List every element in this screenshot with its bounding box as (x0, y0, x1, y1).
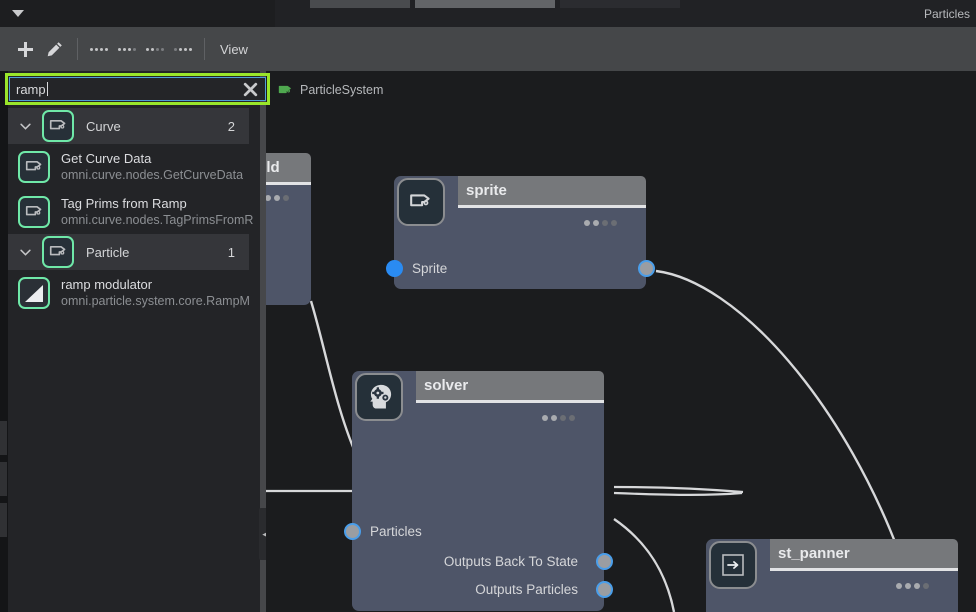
add-node-button[interactable] (10, 34, 40, 64)
window-title: Particles (923, 6, 970, 21)
graph-canvas[interactable]: eld es sprite Sprite (266, 71, 976, 612)
search-input-value: ramp (16, 81, 46, 97)
pencil-icon (47, 42, 62, 57)
graph-node-solver[interactable]: solver Particles Outputs Back To State O… (344, 371, 613, 611)
graph-node-sprite[interactable]: sprite Sprite (386, 176, 655, 289)
align-left-button[interactable] (90, 47, 108, 51)
node-status-dots (584, 220, 617, 226)
list-item[interactable]: Get Curve Data omni.curve.nodes.GetCurve… (8, 144, 270, 189)
wire-state-b (613, 491, 743, 496)
view-menu-button[interactable]: View (220, 42, 248, 57)
node-header[interactable]: st_panner (770, 539, 958, 568)
group-count: 1 (227, 244, 235, 260)
node-header-underline (458, 205, 646, 208)
wire-state-a (613, 485, 744, 494)
close-icon[interactable] (242, 81, 259, 98)
node-title: st_panner (778, 545, 850, 562)
list-item[interactable]: Tag Prims from Ramp omni.curve.nodes.Tag… (8, 189, 270, 234)
breadcrumb-label: ParticleSystem (300, 83, 384, 97)
wire-sprite-to-panner (655, 269, 908, 572)
ramp-gradient-glyph (25, 284, 43, 302)
list-item-title: Tag Prims from Ramp (61, 195, 187, 211)
node-port-out[interactable] (638, 260, 655, 277)
curve-node-icon (42, 236, 74, 268)
align-right-button[interactable] (146, 47, 164, 51)
node-status-dots (542, 415, 575, 421)
node-port-in[interactable] (386, 260, 403, 277)
omniverse-graph-editor-window: Particles View ramp Curve 2 Get Curve Da… (0, 0, 976, 612)
node-status-dots (896, 583, 929, 589)
arrow-right-box-icon (722, 554, 744, 576)
align-center-button[interactable] (118, 47, 136, 51)
node-title: solver (424, 377, 469, 394)
result-group-header-curve[interactable]: Curve 2 (8, 108, 249, 144)
brain-gears-icon (370, 384, 392, 409)
list-item-title: Get Curve Data (61, 150, 152, 166)
list-item-path: omni.curve.nodes.GetCurveData (61, 167, 244, 182)
curve-node-icon (18, 195, 50, 228)
graph-toolbar: View (0, 27, 976, 71)
ramp-gradient-icon (18, 276, 50, 309)
node-header[interactable]: solver (416, 371, 604, 400)
caret-down-icon[interactable] (12, 10, 24, 17)
node-badge (709, 541, 757, 589)
chevron-down-icon (19, 123, 31, 130)
node-header-underline (770, 568, 958, 571)
list-item-path: omni.curve.nodes.TagPrimsFromR (61, 212, 254, 227)
node-port-label-in: Particles (370, 524, 422, 539)
group-count: 2 (227, 118, 235, 134)
edge-tab-2[interactable] (0, 462, 7, 496)
curve-node-icon (42, 110, 74, 142)
graph-node-field[interactable]: eld es (266, 153, 311, 305)
top-artifact-1 (310, 0, 410, 8)
graph-node-st-panner[interactable]: st_panner (706, 539, 958, 612)
node-port-label-in: Sprite (412, 261, 448, 276)
node-port-label-out-particles: Outputs Particles (475, 582, 578, 597)
toolbar-separator-2 (204, 38, 205, 60)
result-group-header-particle[interactable]: Particle 1 (8, 234, 249, 270)
breadcrumb[interactable]: ParticleSystem (278, 80, 383, 100)
node-port-out-state[interactable] (596, 553, 613, 570)
curve-node-glyph (49, 119, 65, 130)
node-port-label-out-state: Outputs Back To State (443, 554, 578, 569)
curve-node-glyph (49, 245, 65, 256)
node-status-dots (266, 195, 289, 201)
top-artifact-2 (415, 0, 555, 8)
edit-button[interactable] (40, 34, 70, 64)
node-port-in[interactable] (344, 523, 361, 540)
search-input[interactable]: ramp (9, 77, 266, 101)
node-badge (397, 178, 445, 226)
node-badge (355, 373, 403, 421)
group-toggle-curve[interactable] (8, 123, 42, 130)
list-item-path: omni.particle.system.core.RampM (61, 293, 250, 308)
particle-system-icon (278, 85, 291, 93)
curve-node-glyph (25, 205, 41, 215)
node-title: sprite (466, 182, 507, 199)
distribute-button[interactable] (174, 47, 192, 51)
curve-node-icon (410, 194, 430, 207)
list-item-title: ramp modulator (61, 276, 153, 292)
group-label: Curve (86, 118, 121, 134)
curve-node-glyph (25, 160, 41, 170)
edge-tab-3[interactable] (0, 503, 7, 537)
curve-node-icon (18, 150, 50, 183)
text-caret (46, 82, 48, 96)
plus-icon (17, 41, 33, 57)
toolbar-separator-1 (77, 38, 78, 60)
search-results-list: Curve 2 Get Curve Data omni.curve.nodes.… (8, 108, 270, 318)
node-header[interactable]: sprite (458, 176, 646, 205)
chevron-down-icon (19, 249, 31, 256)
node-header[interactable]: eld (266, 153, 311, 182)
group-label: Particle (86, 244, 130, 260)
edge-tab-1[interactable] (0, 421, 7, 455)
node-port-out-particles[interactable] (596, 581, 613, 598)
list-item[interactable]: ramp modulator omni.particle.system.core… (8, 270, 270, 315)
node-title: eld (266, 159, 280, 176)
node-header-underline (416, 400, 604, 403)
node-header-underline (266, 182, 311, 185)
top-artifact-3 (560, 0, 680, 8)
wire-particles-out (613, 518, 676, 612)
titlebar-menu-area[interactable] (0, 0, 275, 27)
group-toggle-particle[interactable] (8, 249, 42, 256)
